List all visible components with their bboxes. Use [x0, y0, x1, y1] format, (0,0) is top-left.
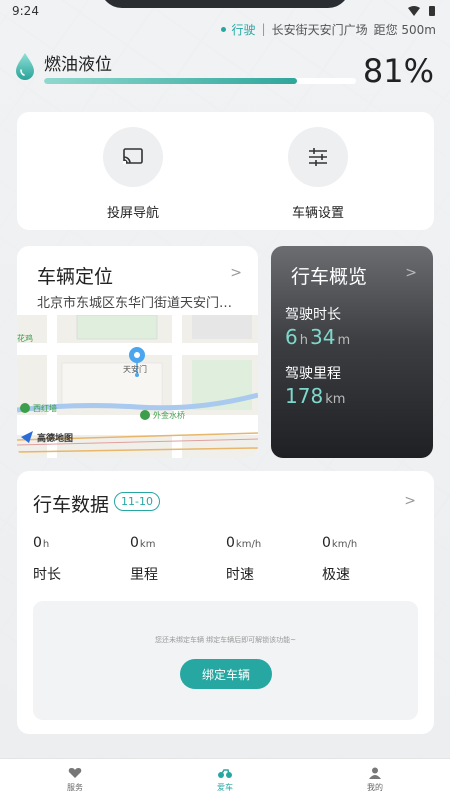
stat-label: 极速: [322, 567, 350, 583]
vehicle-settings-label: 车辆设置: [291, 206, 344, 221]
cast-navigation-label: 投屏导航: [106, 206, 159, 221]
chevron-right-icon[interactable]: >: [404, 493, 416, 509]
location-title: 车辆定位: [37, 266, 114, 288]
cast-navigation-button[interactable]: 投屏导航: [73, 127, 193, 221]
mileage-label: 驾驶里程: [285, 366, 341, 382]
service-icon: [68, 767, 82, 778]
tab-service[interactable]: 服务: [0, 759, 150, 800]
map-logo-text: 高德地图: [37, 432, 73, 444]
motorcycle-icon: [218, 768, 232, 778]
map-place-label: 外金水桥: [153, 410, 185, 420]
driving-data-title: 行车数据: [33, 494, 110, 516]
fuel-percent: 81%: [362, 52, 434, 90]
date-badge[interactable]: 11-10: [114, 492, 160, 511]
stat-number: 0: [226, 535, 235, 551]
tab-car[interactable]: 爱车: [150, 759, 300, 800]
stat-label: 里程: [130, 567, 158, 583]
duration-value: 6 h 34 m: [285, 325, 352, 349]
tab-label: 我的: [367, 782, 383, 792]
duration-minutes: 34: [309, 325, 336, 349]
stat-value: 0km/h: [322, 535, 357, 551]
status-bar: 9:24: [0, 0, 450, 22]
vehicle-settings-button[interactable]: 车辆设置: [258, 127, 378, 221]
stat-unit: km: [139, 539, 156, 550]
stat-max-speed: 0km/h 极速: [322, 535, 357, 584]
fuel-drop-icon: [16, 53, 34, 80]
fuel-level: 燃油液位 81%: [14, 46, 436, 96]
mileage-value: 178 km: [285, 384, 347, 408]
status-time: 9:24: [12, 4, 39, 18]
stat-value: 0km/h: [226, 535, 261, 551]
sliders-icon: [309, 148, 327, 166]
overview-title: 行车概览: [291, 266, 368, 288]
tab-mine[interactable]: 我的: [300, 759, 450, 800]
duration-hours: 6: [285, 325, 298, 349]
shortcut-card: 投屏导航 车辆设置: [17, 112, 434, 230]
stat-unit: km/h: [235, 539, 262, 550]
location-address: 北京市东城区东华门街道天安门…: [37, 296, 233, 311]
cast-icon: [123, 148, 143, 164]
stat-label: 时速: [226, 567, 254, 583]
divider: |: [261, 22, 266, 36]
chevron-right-icon: >: [405, 265, 417, 281]
location-map[interactable]: 天安门 西红墙 外金水桥 花鸡 高德地图: [17, 315, 258, 458]
driving-data-card: 行车数据 11-10 > 0h 时长 0km 里程 0km/h 时速 0km/h…: [17, 471, 434, 734]
drive-location: 长安街天安门广场: [271, 22, 368, 37]
fuel-label: 燃油液位: [44, 55, 112, 75]
bind-vehicle-button[interactable]: 绑定车辆: [180, 659, 272, 689]
stat-number: 0: [33, 535, 42, 551]
minutes-unit: m: [337, 333, 351, 348]
wifi-icon: [408, 6, 420, 16]
map-place-label: 花鸡: [17, 333, 33, 343]
hours-unit: h: [299, 333, 308, 348]
stat-unit: h: [42, 539, 50, 550]
stat-number: 0: [322, 535, 331, 551]
settings-button-circle: [288, 127, 348, 187]
tab-label: 服务: [67, 782, 83, 792]
chevron-right-icon: >: [230, 265, 242, 281]
vehicle-location-card[interactable]: 车辆定位 > 北京市东城区东华门街道天安门… 天安门 西红墙 外金水桥 花鸡 高…: [17, 246, 258, 458]
drive-distance: 距您 500m: [373, 22, 436, 37]
bind-vehicle-panel: 您还未绑定车辆 绑定车辆后即可解锁该功能~ 绑定车辆: [33, 601, 418, 720]
stat-speed: 0km/h 时速: [226, 535, 261, 584]
fuel-progress-bar: [44, 78, 356, 84]
mileage-number: 178: [285, 384, 324, 408]
stat-unit: km/h: [331, 539, 358, 550]
map-place-label: 天安门: [123, 364, 147, 374]
stat-value: 0km: [130, 535, 158, 551]
user-icon: [369, 767, 381, 779]
duration-label: 驾驶时长: [285, 307, 341, 323]
tab-label: 爱车: [217, 782, 233, 792]
bottom-tab-bar: 服务 爱车 我的: [0, 758, 450, 800]
fuel-progress-fill: [44, 78, 297, 84]
driving-overview-card[interactable]: 行车概览 > 驾驶时长 6 h 34 m 驾驶里程 178 km: [271, 246, 433, 458]
bind-tip-text: 您还未绑定车辆 绑定车辆后即可解锁该功能~: [154, 636, 297, 644]
drive-status-line: 行驶 | 长安街天安门广场 距您 500m: [220, 20, 436, 38]
stat-number: 0: [130, 535, 139, 551]
battery-icon: [429, 6, 435, 16]
stat-duration: 0h 时长: [33, 535, 61, 584]
drive-mode: 行驶: [231, 22, 256, 37]
mileage-unit: km: [325, 392, 346, 407]
stat-mileage: 0km 里程: [130, 535, 158, 584]
cast-button-circle: [103, 127, 163, 187]
stat-value: 0h: [33, 535, 61, 551]
drive-status-dot: [220, 26, 226, 32]
stat-label: 时长: [33, 567, 61, 583]
map-place-label: 西红墙: [33, 403, 57, 413]
